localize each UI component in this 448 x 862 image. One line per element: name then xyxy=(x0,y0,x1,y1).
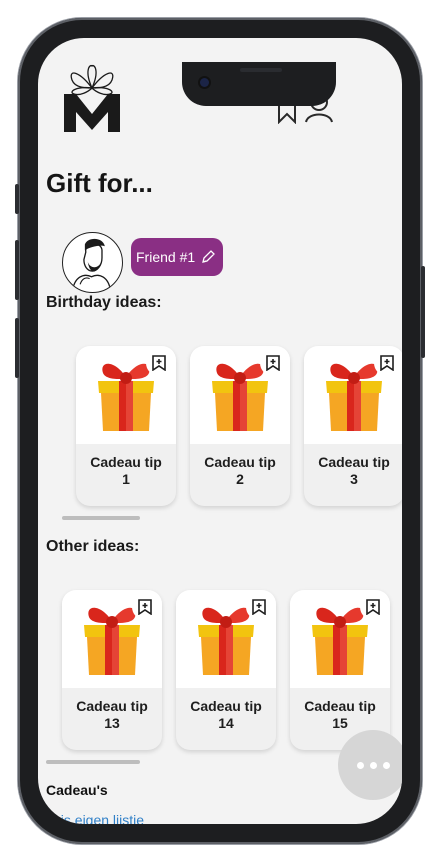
gift-card-label: Cadeau tip 15 xyxy=(304,698,376,731)
birthday-ideas-row[interactable]: Cadeau tip 1 Cadeau tip 2 Cadeau tip 3 xyxy=(76,346,402,506)
notch xyxy=(182,62,336,106)
other-section-title: Other ideas: xyxy=(46,538,140,555)
pencil-icon[interactable] xyxy=(201,250,216,264)
bookmark-add-icon xyxy=(366,599,380,615)
more-dots-icon xyxy=(382,761,390,769)
gift-card[interactable]: Cadeau tip 3 xyxy=(304,346,402,506)
save-gift-button[interactable] xyxy=(260,350,286,376)
other-ideas-row[interactable]: Cadeau tip 13 Cadeau tip 14 Cadeau tip 1… xyxy=(62,590,390,750)
other-row-scrollbar[interactable] xyxy=(46,760,140,764)
save-gift-button[interactable] xyxy=(132,594,158,620)
save-gift-button[interactable] xyxy=(246,594,272,620)
bookmark-add-icon xyxy=(152,355,166,371)
gift-card-label: Cadeau tip 3 xyxy=(318,454,390,487)
gift-card[interactable]: Cadeau tip 13 xyxy=(62,590,162,750)
gift-card[interactable]: Cadeau tip 1 xyxy=(76,346,176,506)
cadeaus-section-title: Cadeau's xyxy=(46,782,108,798)
more-dots-icon xyxy=(369,761,377,769)
volume-up-button xyxy=(15,240,19,300)
front-camera xyxy=(200,78,209,87)
gift-card[interactable]: Cadeau tip 14 xyxy=(176,590,276,750)
bookmark-add-icon xyxy=(266,355,280,371)
gift-card-label: Cadeau tip 14 xyxy=(190,698,262,731)
bookmark-add-icon xyxy=(252,599,266,615)
friend-name-label: Friend #1 xyxy=(136,249,196,265)
gift-bow-M-logo[interactable] xyxy=(62,62,122,134)
power-button xyxy=(421,266,425,358)
save-gift-button[interactable] xyxy=(374,350,400,376)
save-gift-button[interactable] xyxy=(146,350,172,376)
earpiece xyxy=(240,68,282,72)
gift-card-label: Cadeau tip 2 xyxy=(204,454,276,487)
page-title: Gift for... xyxy=(46,168,153,198)
volume-down-button xyxy=(15,318,19,378)
bearded-man-avatar[interactable] xyxy=(62,232,123,293)
gift-card[interactable]: Cadeau tip 2 xyxy=(190,346,290,506)
gift-card[interactable]: Cadeau tip 15 xyxy=(290,590,390,750)
birthday-section-title: Birthday ideas: xyxy=(46,294,162,311)
gift-card-label: Cadeau tip 13 xyxy=(76,698,148,731)
gift-card-label: Cadeau tip 1 xyxy=(90,454,162,487)
bookmark-add-icon xyxy=(138,599,152,615)
mute-switch xyxy=(15,184,19,214)
more-options-button[interactable] xyxy=(338,730,402,800)
bookmark-add-icon xyxy=(380,355,394,371)
friend-name-chip[interactable]: Friend #1 xyxy=(131,238,224,276)
app-screen: Gift for... Friend #1 Birthday ideas: Ca… xyxy=(38,38,402,824)
birthday-row-scrollbar[interactable] xyxy=(62,516,140,520)
save-gift-button[interactable] xyxy=(360,594,386,620)
more-dots-icon xyxy=(356,761,364,769)
own-list-link[interactable]: Ik is eigen lijstje xyxy=(46,812,144,824)
